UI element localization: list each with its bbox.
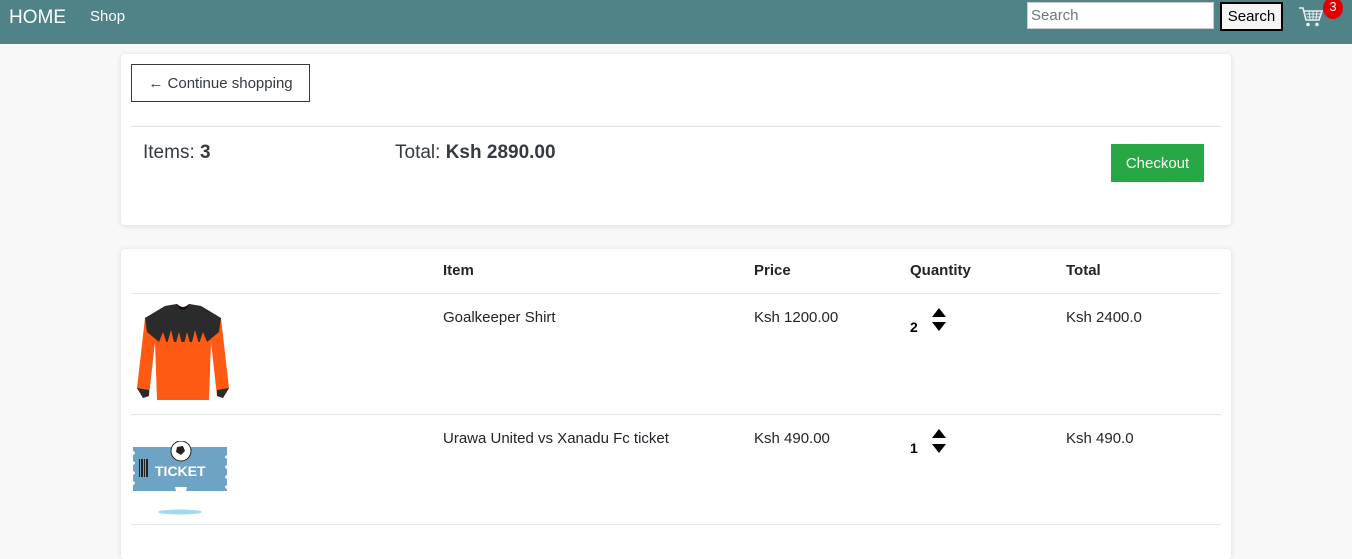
cart-count-badge: 3	[1323, 0, 1343, 19]
divider	[131, 414, 1221, 415]
goalkeeper-shirt-image	[137, 304, 229, 400]
shop-link[interactable]: Shop	[90, 8, 125, 26]
header-total: Total	[1066, 262, 1101, 279]
svg-text:TICKET: TICKET	[155, 463, 206, 479]
navbar: HOME Shop Search 3	[0, 0, 1352, 44]
cart-items-card: Item Price Quantity Total Goalkeeper Shi…	[121, 249, 1231, 559]
items-count-value: 3	[200, 142, 211, 163]
item-price: Ksh 490.00	[754, 430, 830, 447]
divider	[131, 293, 1221, 294]
decrease-quantity-arrow[interactable]	[932, 322, 946, 331]
divider	[131, 126, 1221, 127]
items-label: Items:	[143, 142, 195, 163]
item-price: Ksh 1200.00	[754, 309, 839, 326]
search-button[interactable]: Search	[1220, 2, 1283, 31]
continue-shopping-button[interactable]: ← Continue shopping	[131, 64, 310, 102]
increase-quantity-arrow[interactable]	[932, 308, 946, 317]
quantity-value: 1	[910, 440, 918, 456]
increase-quantity-arrow[interactable]	[932, 429, 946, 438]
search-input[interactable]	[1027, 2, 1214, 29]
total-label: Total:	[395, 142, 441, 163]
total-amount: Ksh 2890.00	[445, 142, 556, 163]
ticket-image: TICKET	[133, 441, 227, 515]
home-link[interactable]: HOME	[9, 7, 66, 29]
cart-total: Total: Ksh 2890.00	[395, 142, 556, 164]
divider	[131, 524, 1221, 525]
item-total: Ksh 490.0	[1066, 430, 1134, 447]
cart-icon[interactable]	[1298, 5, 1324, 29]
decrease-quantity-arrow[interactable]	[932, 444, 946, 453]
header-price: Price	[754, 262, 791, 279]
item-total: Ksh 2400.0	[1066, 309, 1142, 326]
items-count: Items: 3	[143, 142, 211, 164]
item-name: Goalkeeper Shirt	[443, 309, 556, 326]
quantity-value: 2	[910, 319, 918, 335]
header-item: Item	[443, 262, 474, 279]
cart-summary-card: ← Continue shopping Items: 3 Total: Ksh …	[121, 54, 1231, 225]
header-quantity: Quantity	[910, 262, 971, 279]
checkout-button[interactable]: Checkout	[1111, 144, 1204, 182]
item-name: Urawa United vs Xanadu Fc ticket	[443, 430, 669, 447]
